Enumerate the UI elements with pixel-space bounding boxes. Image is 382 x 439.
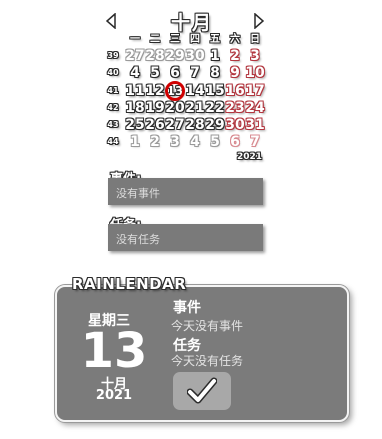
next-month-button[interactable] bbox=[252, 12, 266, 30]
calendar-day[interactable]: 25 bbox=[125, 117, 145, 133]
calendar-day[interactable]: 16 bbox=[225, 83, 245, 99]
calendar-day[interactable]: 29 bbox=[165, 48, 185, 64]
calendar-day[interactable]: 3 bbox=[245, 48, 265, 64]
calendar-day[interactable]: 27 bbox=[165, 117, 185, 133]
chevron-left-icon bbox=[106, 13, 116, 29]
calendar-day-today[interactable]: 13 bbox=[165, 83, 185, 99]
calendar-day[interactable]: 2 bbox=[225, 48, 245, 64]
calendar-day[interactable]: 5 bbox=[145, 65, 165, 81]
calendar-day[interactable]: 23 bbox=[225, 100, 245, 116]
week-number: 42 bbox=[107, 103, 119, 112]
calendar-day[interactable]: 1 bbox=[125, 134, 145, 150]
week-number: 41 bbox=[107, 86, 119, 95]
weekday-label: 五 bbox=[210, 34, 220, 45]
calendar-day[interactable]: 8 bbox=[205, 65, 225, 81]
rainlendar-logo: RAINLENDAR bbox=[72, 275, 187, 293]
calendar-day[interactable]: 9 bbox=[225, 65, 245, 81]
calendar-day[interactable]: 18 bbox=[125, 100, 145, 116]
calendar-day[interactable]: 29 bbox=[205, 117, 225, 133]
calendar-day[interactable]: 5 bbox=[205, 134, 225, 150]
today-tasks-text: 今天没有任务 bbox=[171, 354, 244, 368]
calendar-day[interactable]: 14 bbox=[185, 83, 205, 99]
tasks-box[interactable]: 没有任务 bbox=[108, 224, 263, 251]
calendar-day[interactable]: 24 bbox=[245, 100, 265, 116]
calendar-day[interactable]: 1 bbox=[205, 48, 225, 64]
week-number: 39 bbox=[107, 51, 119, 60]
calendar-day[interactable]: 6 bbox=[225, 134, 245, 150]
calendar-day[interactable]: 6 bbox=[165, 65, 185, 81]
calendar-day[interactable]: 3 bbox=[165, 134, 185, 150]
calendar-day[interactable]: 12 bbox=[145, 83, 165, 99]
calendar-day[interactable]: 7 bbox=[245, 134, 265, 150]
today-year: 2021 bbox=[95, 388, 133, 403]
today-day-number: 13 bbox=[80, 323, 148, 379]
calendar-day[interactable]: 30 bbox=[225, 117, 245, 133]
weekday-label: 三 bbox=[170, 34, 180, 45]
calendar-day[interactable]: 15 bbox=[205, 83, 225, 99]
weekday-label: 一 bbox=[130, 34, 140, 45]
previous-month-button[interactable] bbox=[104, 12, 118, 30]
tasks-empty-text: 没有任务 bbox=[116, 233, 160, 246]
chevron-right-icon bbox=[254, 13, 264, 29]
checkmark-icon bbox=[187, 377, 217, 404]
weekday-label: 六 bbox=[230, 34, 240, 45]
calendar-day[interactable]: 20 bbox=[165, 100, 185, 116]
calendar-day[interactable]: 4 bbox=[185, 134, 205, 150]
calendar-day[interactable]: 4 bbox=[125, 65, 145, 81]
calendar-day[interactable]: 11 bbox=[125, 83, 145, 99]
events-box[interactable]: 没有事件 bbox=[108, 178, 263, 205]
calendar-day[interactable]: 26 bbox=[145, 117, 165, 133]
checkmark-button[interactable] bbox=[173, 372, 231, 410]
calendar-day[interactable]: 27 bbox=[125, 48, 145, 64]
calendar-day[interactable]: 28 bbox=[185, 117, 205, 133]
calendar-day[interactable]: 7 bbox=[185, 65, 205, 81]
weekday-label: 四 bbox=[190, 34, 200, 45]
calendar-day[interactable]: 2 bbox=[145, 134, 165, 150]
weekday-label: 日 bbox=[250, 34, 260, 45]
calendar-day[interactable]: 19 bbox=[145, 100, 165, 116]
week-number: 44 bbox=[107, 137, 119, 146]
calendar-day[interactable]: 28 bbox=[145, 48, 165, 64]
calendar-year: 2021 bbox=[237, 152, 263, 162]
calendar-day[interactable]: 31 bbox=[245, 117, 265, 133]
calendar-day[interactable]: 10 bbox=[245, 65, 265, 81]
week-number: 43 bbox=[107, 120, 119, 129]
today-events-text: 今天没有事件 bbox=[171, 319, 244, 333]
month-title: 十月 bbox=[170, 12, 213, 34]
calendar-day[interactable]: 21 bbox=[185, 100, 205, 116]
events-empty-text: 没有事件 bbox=[116, 187, 160, 200]
weekday-label: 二 bbox=[150, 34, 160, 45]
today-events-heading: 事件 bbox=[173, 300, 201, 316]
calendar-day[interactable]: 22 bbox=[205, 100, 225, 116]
calendar-day[interactable]: 17 bbox=[245, 83, 265, 99]
calendar-day[interactable]: 30 bbox=[185, 48, 205, 64]
week-number: 40 bbox=[107, 68, 119, 77]
